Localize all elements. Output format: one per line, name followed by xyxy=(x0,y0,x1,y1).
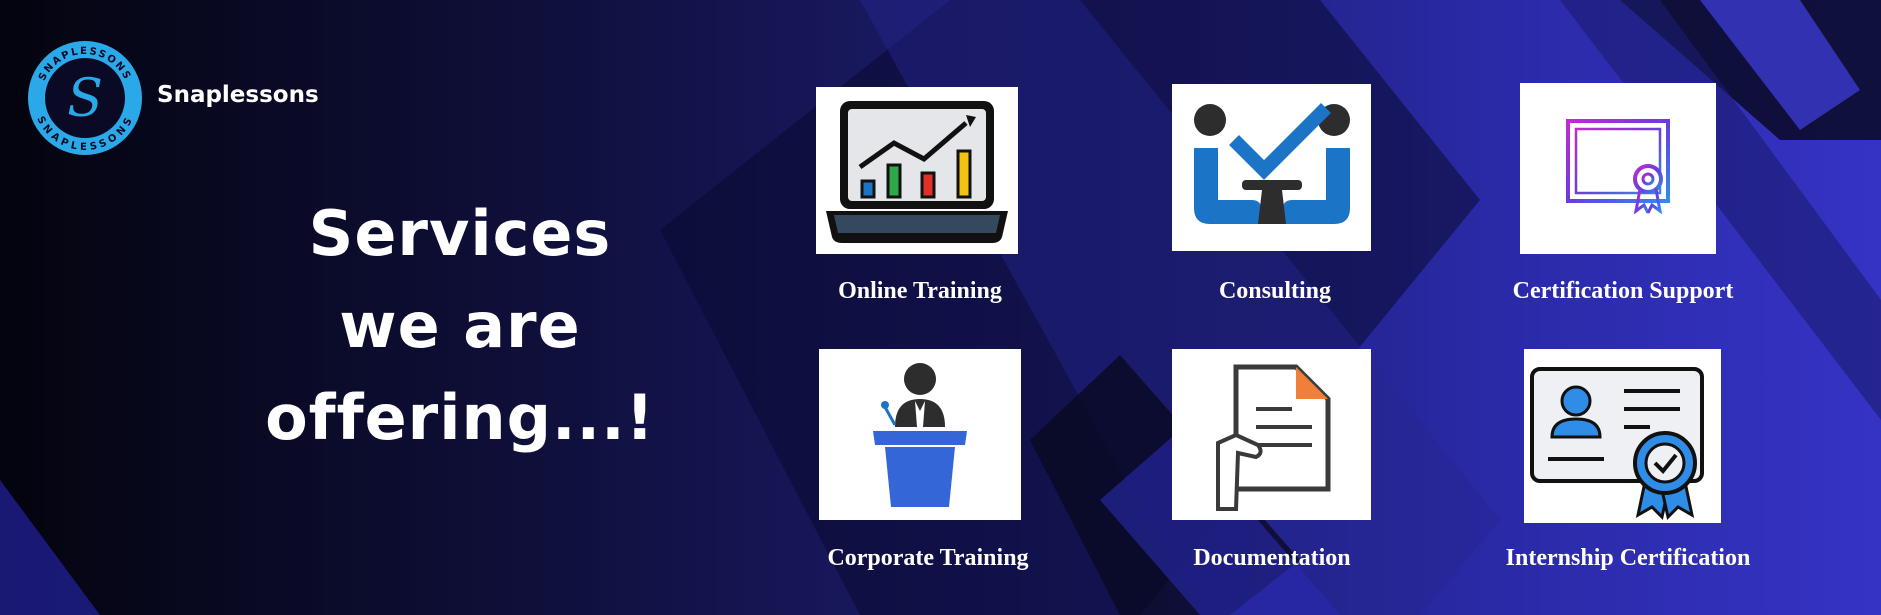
service-label-certification-support: Certification Support xyxy=(1512,278,1734,304)
service-label-online-training: Online Training xyxy=(838,278,1002,304)
page-headline: Services we are offering...! xyxy=(250,188,670,464)
service-label-corporate-training: Corporate Training xyxy=(827,545,1029,571)
service-card-consulting[interactable] xyxy=(1172,84,1371,251)
id-card-badge-icon xyxy=(1530,367,1704,520)
headline-line-1: Services xyxy=(308,197,612,270)
laptop-chart-icon xyxy=(826,101,1008,243)
service-label-documentation: Documentation xyxy=(1193,545,1351,571)
service-card-corporate-training[interactable] xyxy=(819,349,1021,520)
brand-logo[interactable]: SNAPLESSONS SNAPLESSONS S xyxy=(27,40,143,156)
certificate-icon xyxy=(1566,119,1670,215)
headline-line-3: offering...! xyxy=(265,381,655,454)
service-card-documentation[interactable] xyxy=(1172,349,1371,520)
service-card-online-training[interactable] xyxy=(816,87,1018,254)
headline-line-2: we are xyxy=(339,289,581,362)
service-label-consulting: Consulting xyxy=(1218,278,1332,304)
brand-name[interactable]: Snaplessons xyxy=(157,82,319,108)
document-icon xyxy=(1216,364,1331,511)
service-label-internship-certification: Internship Certification xyxy=(1505,545,1751,571)
consulting-handshake-icon xyxy=(1194,103,1350,224)
service-card-internship-certification[interactable] xyxy=(1524,349,1721,523)
podium-speaker-icon xyxy=(873,363,967,507)
service-card-certification-support[interactable] xyxy=(1520,83,1716,254)
logo-letter: S xyxy=(67,69,103,129)
